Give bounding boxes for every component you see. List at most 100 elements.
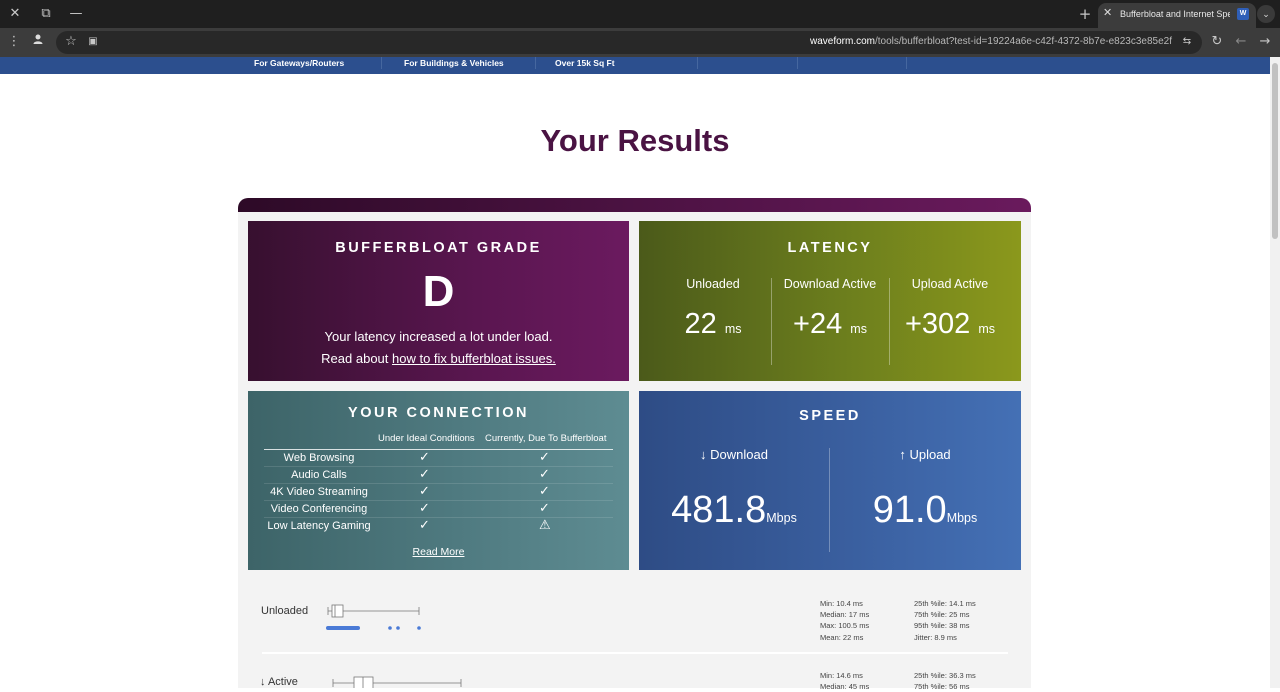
table-row: Audio Calls ✓ ✓ xyxy=(264,467,613,484)
check-icon: ✓ xyxy=(419,501,430,516)
extension-icon[interactable]: ▣ xyxy=(84,33,102,51)
unloaded-row-label: Unloaded xyxy=(261,605,309,617)
star-icon[interactable]: ☆ xyxy=(62,33,80,51)
download-label: ↓ Download xyxy=(700,447,768,462)
activity-name: Low Latency Gaming xyxy=(267,520,371,532)
nav-divider xyxy=(697,57,698,69)
favicon-icon: W xyxy=(1237,8,1249,20)
site-settings-icon[interactable]: ⇆ xyxy=(1178,33,1196,51)
latency-value: 22 xyxy=(684,308,717,340)
latency-value: +24 xyxy=(793,308,843,340)
latency-card: LATENCY Unloaded 22 ms Download Active +… xyxy=(639,221,1021,381)
unloaded-stats-right: 25th %ile: 14.1 ms 75th %ile: 25 ms 95th… xyxy=(914,599,976,642)
check-icon: ✓ xyxy=(419,467,430,482)
omnibox[interactable]: ☆ ▣ waveform.com/tools/bufferbloat?test-… xyxy=(56,31,1202,54)
speed-card: SPEED ↓ Download 481.8Mbps ↑ Upload 91.0… xyxy=(639,391,1021,570)
browser-tab[interactable]: ✕ Bufferbloat and Internet Speed W xyxy=(1098,3,1256,28)
active-box-plot xyxy=(332,676,462,688)
upload-value: 91.0 xyxy=(872,489,947,531)
url-text[interactable]: waveform.com/tools/bufferbloat?test-id=1… xyxy=(810,36,1172,47)
new-tab-icon[interactable]: + xyxy=(1076,5,1094,23)
bufferbloat-grade: D xyxy=(422,267,455,316)
more-vert-icon[interactable]: ⋮ xyxy=(5,33,23,51)
check-icon: ✓ xyxy=(539,467,550,482)
connection-heading: YOUR CONNECTION xyxy=(348,405,529,421)
active-row-label: ↓ Active xyxy=(260,676,298,688)
latency-divider xyxy=(889,278,890,365)
table-row: Video Conferencing ✓ ✓ xyxy=(264,501,613,518)
results-panel-header xyxy=(238,198,1031,212)
latency-download-active: Download Active +24 ms xyxy=(771,277,889,341)
browser-tab-bar: ✕ ⧉ — + ✕ Bufferbloat and Internet Speed… xyxy=(0,0,1280,28)
close-icon[interactable]: ✕ xyxy=(6,5,24,23)
latency-label: Unloaded xyxy=(686,277,740,291)
warning-icon: ⚠ xyxy=(539,518,551,533)
col-ideal-header: Under Ideal Conditions xyxy=(378,433,475,444)
active-stats-left: Min: 14.6 ms Median: 45 ms xyxy=(820,671,870,692)
active-stats-right: 25th %ile: 36.3 ms 75th %ile: 56 ms xyxy=(914,671,976,692)
page-scrollbar[interactable] xyxy=(1270,57,1280,688)
table-row: Low Latency Gaming ✓ ⚠ xyxy=(264,518,613,535)
nav-gateways-routers[interactable]: For Gateways/Routers xyxy=(254,58,344,68)
check-icon: ✓ xyxy=(539,450,550,465)
fix-bufferbloat-link[interactable]: how to fix bufferbloat issues. xyxy=(392,351,556,366)
profile-icon[interactable] xyxy=(29,33,47,51)
bufferbloat-heading: BUFFERBLOAT GRADE xyxy=(335,240,542,256)
tab-search-icon[interactable]: ⌄ xyxy=(1257,5,1275,23)
activity-name: Video Conferencing xyxy=(270,503,368,515)
latency-label: Download Active xyxy=(783,277,877,291)
bufferbloat-read-about: Read about how to fix bufferbloat issues… xyxy=(321,351,556,366)
minimize-icon[interactable]: — xyxy=(67,5,85,23)
latency-unit: ms xyxy=(978,322,996,336)
col-current-header: Currently, Due To Bufferbloat xyxy=(485,433,607,444)
speed-heading: SPEED xyxy=(799,408,861,424)
tab-title: Bufferbloat and Internet Speed xyxy=(1120,9,1230,19)
nav-divider xyxy=(906,57,907,69)
download-value: 481.8 xyxy=(671,489,767,531)
activity-name: 4K Video Streaming xyxy=(270,486,368,498)
unloaded-box-plot xyxy=(326,604,421,630)
latency-unloaded: Unloaded 22 ms xyxy=(654,277,772,341)
address-bar: ⋮ ☆ ▣ waveform.com/tools/bufferbloat?tes… xyxy=(0,28,1280,57)
table-row: 4K Video Streaming ✓ ✓ xyxy=(264,484,613,501)
nav-divider xyxy=(381,57,382,69)
check-icon: ✓ xyxy=(539,484,550,499)
tab-close-icon[interactable]: ✕ xyxy=(1103,6,1112,19)
latency-unit: ms xyxy=(724,322,742,336)
site-nav: For Gateways/Routers For Buildings & Veh… xyxy=(0,57,1270,74)
table-row: Web Browsing ✓ ✓ xyxy=(264,450,613,467)
scroll-thumb[interactable] xyxy=(1272,63,1278,239)
latency-heading: LATENCY xyxy=(787,240,873,256)
unloaded-stats-left: Min: 10.4 ms Median: 17 ms Max: 100.5 ms… xyxy=(820,599,870,642)
download-unit: Mbps xyxy=(766,511,797,525)
bufferbloat-grade-card: BUFFERBLOAT GRADE D Your latency increas… xyxy=(248,221,629,381)
page-content: For Gateways/Routers For Buildings & Veh… xyxy=(0,57,1270,688)
activity-name: Web Browsing xyxy=(283,452,355,464)
read-more-link[interactable]: Read More xyxy=(413,546,465,558)
activity-name: Audio Calls xyxy=(291,469,347,481)
nav-buildings-vehicles[interactable]: For Buildings & Vehicles xyxy=(404,58,504,68)
check-icon: ✓ xyxy=(419,484,430,499)
speed-download: ↓ Download 481.8Mbps xyxy=(639,447,829,532)
latency-label: Upload Active xyxy=(911,277,989,291)
read-more: Read More xyxy=(248,546,629,558)
latency-value: +302 xyxy=(904,308,971,340)
connection-card: YOUR CONNECTION Under Ideal Conditions C… xyxy=(248,391,629,570)
check-icon: ✓ xyxy=(419,450,430,465)
row-divider xyxy=(262,652,1008,654)
reload-icon[interactable]: ↻ xyxy=(1208,33,1226,51)
nav-divider xyxy=(535,57,536,69)
speed-upload: ↑ Upload 91.0Mbps xyxy=(830,447,1020,532)
nav-divider xyxy=(797,57,798,69)
page-title: Your Results xyxy=(540,123,730,158)
upload-label: ↑ Upload xyxy=(899,447,951,462)
check-icon: ✓ xyxy=(539,501,550,516)
back-icon[interactable]: ← xyxy=(1232,33,1250,51)
latency-upload-active: Upload Active +302 ms xyxy=(891,277,1009,341)
forward-icon[interactable]: → xyxy=(1256,33,1274,51)
latency-unit: ms xyxy=(850,322,867,336)
nav-over-15k[interactable]: Over 15k Sq Ft xyxy=(555,58,615,68)
bufferbloat-message: Your latency increased a lot under load. xyxy=(324,329,553,344)
restore-icon[interactable]: ⧉ xyxy=(37,5,55,23)
check-icon: ✓ xyxy=(419,518,430,533)
